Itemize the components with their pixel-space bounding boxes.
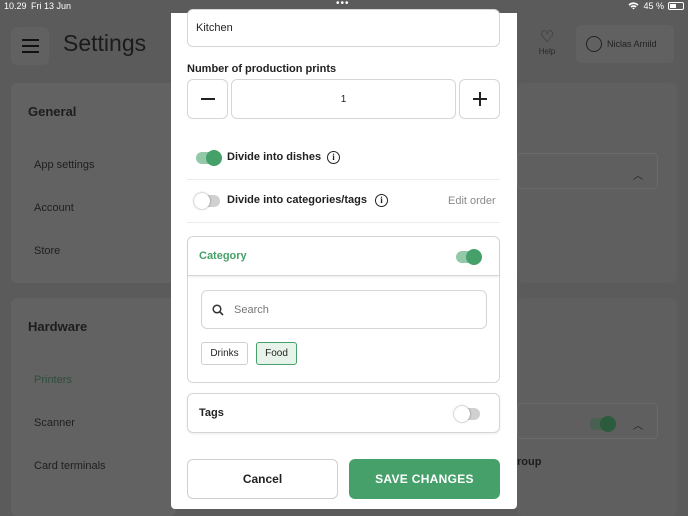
- divide-dishes-label: Divide into dishes: [227, 151, 322, 163]
- nav-app-settings[interactable]: App settings: [34, 159, 95, 171]
- nav-account[interactable]: Account: [34, 202, 74, 214]
- general-panel: General App settings Account Store: [11, 83, 176, 283]
- tags-toggle[interactable]: [454, 406, 480, 422]
- toggle-knob: [600, 416, 616, 432]
- plus-icon: [472, 92, 487, 106]
- toggle-knob: [194, 193, 210, 209]
- cancel-button[interactable]: Cancel: [187, 459, 338, 499]
- user-menu-button[interactable]: Niclas Arnild: [576, 25, 674, 63]
- divide-dishes-toggle[interactable]: [196, 150, 222, 166]
- category-section: Category Search Drinks Food: [187, 236, 500, 383]
- right-toggle[interactable]: [590, 416, 616, 432]
- hamburger-line: [22, 39, 39, 41]
- nav-scanner[interactable]: Scanner: [34, 417, 75, 429]
- multitask-dots-icon[interactable]: •••: [336, 0, 350, 9]
- info-icon[interactable]: i: [327, 151, 340, 164]
- hamburger-line: [22, 51, 39, 53]
- status-time: 10.29: [4, 1, 27, 11]
- tags-label: Tags: [199, 407, 224, 419]
- battery-icon: [668, 2, 684, 10]
- status-right: 45 %: [628, 1, 684, 11]
- category-toggle[interactable]: [456, 249, 482, 265]
- divide-categories-toggle[interactable]: [194, 193, 220, 209]
- nav-printers[interactable]: Printers: [34, 374, 72, 386]
- increment-button[interactable]: [459, 79, 500, 119]
- help-button[interactable]: ♡ Help: [530, 27, 564, 56]
- prints-label: Number of production prints: [187, 63, 337, 75]
- prints-quantity-input[interactable]: 1: [231, 79, 456, 119]
- search-icon: [212, 304, 224, 316]
- hamburger-menu-button[interactable]: [11, 27, 49, 65]
- user-name: Niclas Arnild: [607, 39, 657, 49]
- divider: [187, 179, 500, 180]
- battery-percent: 45 %: [643, 1, 664, 11]
- help-label: Help: [538, 47, 556, 56]
- hamburger-line: [22, 45, 39, 47]
- search-placeholder: Search: [234, 304, 269, 316]
- minus-icon: [200, 98, 215, 100]
- info-icon[interactable]: i: [375, 194, 388, 207]
- category-label: Category: [199, 250, 247, 262]
- printer-settings-modal: Kitchen Number of production prints 1 Di…: [171, 9, 517, 509]
- divider: [187, 222, 500, 223]
- edit-order-link[interactable]: Edit order: [448, 195, 496, 207]
- hardware-heading: Hardware: [28, 319, 88, 334]
- chevron-up-icon[interactable]: ︿: [633, 417, 643, 432]
- category-search-input[interactable]: Search: [201, 290, 487, 329]
- chip-drinks[interactable]: Drinks: [201, 342, 248, 365]
- toggle-knob: [206, 150, 222, 166]
- printer-name-value: Kitchen: [196, 22, 233, 34]
- tags-section: Tags: [187, 393, 500, 433]
- avatar-icon: [586, 36, 602, 52]
- toggle-knob: [454, 406, 470, 422]
- wifi-icon: [628, 2, 639, 10]
- partial-group-text: roup: [517, 456, 542, 468]
- decrement-button[interactable]: [187, 79, 228, 119]
- chevron-up-icon[interactable]: ︿: [633, 167, 643, 182]
- save-changes-button[interactable]: SAVE CHANGES: [349, 459, 500, 499]
- hardware-panel: Hardware Printers Scanner Card terminals: [11, 298, 176, 516]
- category-header: Category: [188, 237, 499, 276]
- status-date: Fri 13 Jun: [31, 1, 72, 11]
- nav-store[interactable]: Store: [34, 245, 60, 257]
- nav-card-terminals[interactable]: Card terminals: [34, 460, 106, 472]
- chip-food[interactable]: Food: [256, 342, 297, 365]
- help-heart-icon: ♡: [539, 29, 555, 46]
- prints-quantity-value: 1: [340, 94, 347, 105]
- printer-name-field[interactable]: Kitchen: [187, 9, 500, 47]
- page-title: Settings: [63, 30, 147, 56]
- toggle-knob: [466, 249, 482, 265]
- divide-categories-label: Divide into categories/tags: [227, 194, 367, 206]
- general-heading: General: [28, 104, 77, 119]
